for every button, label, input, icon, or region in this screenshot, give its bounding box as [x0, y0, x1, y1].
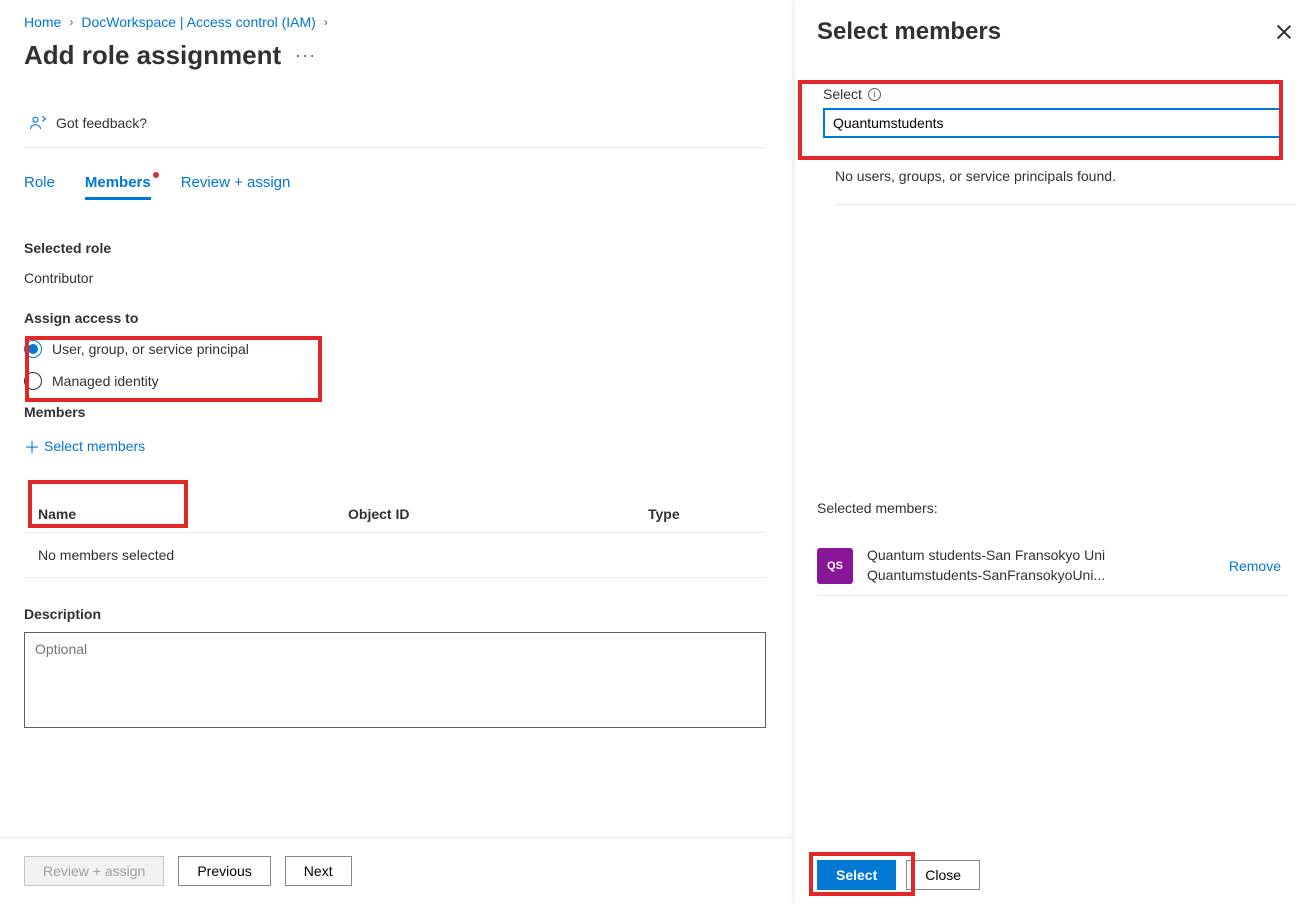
- remove-member-link[interactable]: Remove: [1229, 558, 1281, 574]
- members-table-header: Name Object ID Type: [24, 496, 766, 533]
- next-button[interactable]: Next: [285, 856, 352, 886]
- selected-role-value: Contributor: [24, 270, 766, 286]
- tab-review[interactable]: Review + assign: [181, 174, 291, 200]
- members-table-empty: No members selected: [24, 533, 766, 578]
- panel-title: Select members: [817, 18, 1001, 46]
- select-label-row: Select i: [823, 86, 1293, 102]
- member-detail: Quantumstudents-SanFransokyoUni...: [867, 566, 1215, 586]
- breadcrumb-workspace[interactable]: DocWorkspace | Access control (IAM): [81, 14, 315, 30]
- tab-members[interactable]: Members: [85, 174, 151, 200]
- radio-managed-identity[interactable]: Managed identity: [24, 372, 766, 390]
- tab-role[interactable]: Role: [24, 174, 55, 200]
- avatar: QS: [817, 548, 853, 584]
- close-icon[interactable]: [1275, 23, 1293, 41]
- chevron-right-icon: ›: [324, 15, 328, 29]
- tabs: Role Members Review + assign: [24, 174, 766, 200]
- panel-bottom-bar: Select Close: [795, 846, 1315, 904]
- select-button[interactable]: Select: [817, 860, 896, 890]
- more-icon[interactable]: ···: [295, 45, 316, 66]
- previous-button[interactable]: Previous: [178, 856, 270, 886]
- description-input[interactable]: [24, 632, 766, 728]
- breadcrumb: Home › DocWorkspace | Access control (IA…: [24, 14, 766, 30]
- radio-managed-label: Managed identity: [52, 373, 159, 389]
- assign-access-label: Assign access to: [24, 310, 766, 326]
- selected-member-row: QS Quantum students-San Fransokyo Uni Qu…: [817, 536, 1287, 596]
- col-name: Name: [38, 506, 348, 522]
- members-section-label: Members: [24, 404, 766, 420]
- member-search-input[interactable]: [823, 108, 1283, 138]
- info-icon[interactable]: i: [868, 88, 881, 101]
- assign-access-radio-group: User, group, or service principal Manage…: [24, 340, 766, 390]
- select-label: Select: [823, 86, 862, 102]
- radio-user-label: User, group, or service principal: [52, 341, 249, 357]
- member-name: Quantum students-San Fransokyo Uni: [867, 546, 1215, 566]
- col-type: Type: [648, 506, 752, 522]
- radio-user-group[interactable]: User, group, or service principal: [24, 340, 766, 358]
- selected-members-label: Selected members:: [817, 500, 938, 516]
- description-label: Description: [24, 606, 766, 622]
- col-object-id: Object ID: [348, 506, 648, 522]
- feedback-link[interactable]: Got feedback?: [24, 103, 766, 148]
- feedback-label: Got feedback?: [56, 115, 147, 131]
- close-button[interactable]: Close: [906, 860, 980, 890]
- select-members-link[interactable]: ＋ Select members: [24, 434, 766, 458]
- radio-checked-icon: [24, 340, 42, 358]
- bottom-action-bar: Review + assign Previous Next: [0, 837, 790, 904]
- breadcrumb-home[interactable]: Home: [24, 14, 61, 30]
- no-results-text: No users, groups, or service principals …: [835, 168, 1295, 205]
- chevron-right-icon: ›: [69, 15, 73, 29]
- select-members-label: Select members: [44, 438, 145, 454]
- plus-icon: ＋: [24, 434, 40, 458]
- alert-dot-icon: [153, 172, 159, 178]
- select-members-panel: Select members Select i No users, groups…: [795, 0, 1315, 904]
- review-assign-button[interactable]: Review + assign: [24, 856, 164, 886]
- selected-role-label: Selected role: [24, 240, 766, 256]
- feedback-icon: [28, 113, 48, 133]
- radio-unchecked-icon: [24, 372, 42, 390]
- page-title: Add role assignment: [24, 40, 281, 71]
